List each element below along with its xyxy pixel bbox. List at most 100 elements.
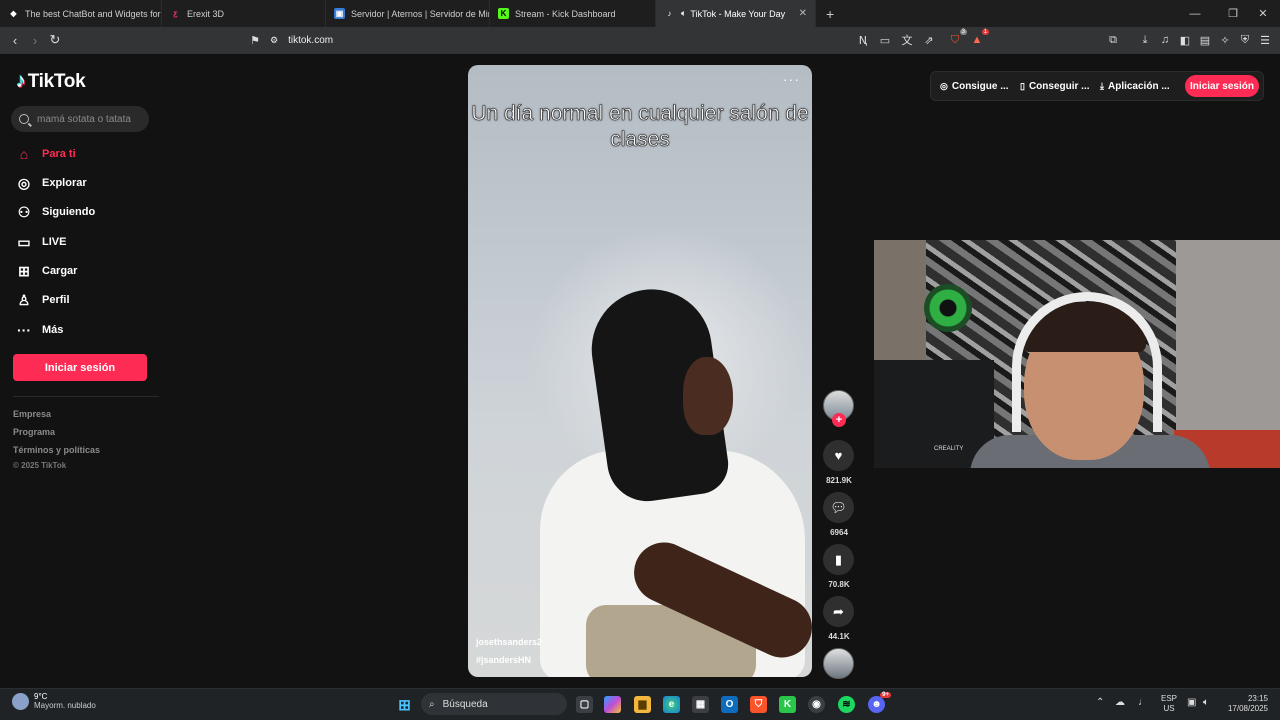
maximize-button[interactable]: ❐	[1216, 0, 1250, 27]
site-settings-icon[interactable]: ⚙	[270, 35, 278, 46]
search-input[interactable]: mamá sotata o tatata	[11, 106, 149, 132]
reader-icon[interactable]: Ꞑ	[856, 33, 870, 47]
video-username[interactable]: josethsanders2	[476, 637, 542, 647]
nav-siguiendo[interactable]: ⚇ Siguiendo	[15, 201, 95, 223]
get-app-button[interactable]: ▯ Conseguir ...	[1020, 75, 1090, 97]
back-button[interactable]: ‹	[5, 30, 25, 50]
edge-icon[interactable]: e	[663, 696, 680, 713]
bookmark-icon: ▮	[834, 551, 843, 567]
action-label: Consigue ...	[951, 80, 1009, 92]
outlook-icon[interactable]: O	[721, 696, 738, 713]
wallet-icon[interactable]: ▤	[1198, 33, 1212, 47]
file-explorer-icon[interactable]: ▆	[634, 696, 651, 713]
music-disc-avatar[interactable]	[823, 648, 854, 679]
cloud-icon[interactable]: ☁	[1115, 697, 1125, 708]
minimize-button[interactable]: —	[1178, 0, 1212, 27]
tiktok-logo[interactable]: ♪ TikTok	[16, 70, 86, 93]
task-view-icon[interactable]: ▢	[576, 696, 593, 713]
nav-cargar[interactable]: ⊞ Cargar	[15, 260, 77, 282]
media-icon[interactable]: ♫	[1158, 33, 1172, 47]
top-login-button[interactable]: Iniciar sesión	[1185, 75, 1259, 97]
brave-icon[interactable]: ⛉	[750, 696, 767, 713]
speaker-icon[interactable]: 🔈︎	[681, 8, 686, 19]
nav-label: Perfil	[42, 294, 70, 306]
filament-spool	[924, 284, 972, 332]
sidebar-divider	[13, 396, 159, 397]
start-icon[interactable]: ⊞	[396, 696, 413, 714]
tab-aternos[interactable]: ▣ Servidor | Aternos | Servidor de Mine	[326, 0, 490, 27]
tab-erexit[interactable]: ƹ Erexit 3D	[162, 0, 326, 27]
copilot-icon[interactable]	[604, 696, 621, 713]
more-dots-icon: ···	[17, 322, 31, 338]
lang-top: ESP	[1161, 694, 1178, 703]
like-button[interactable]: ♥	[823, 440, 854, 471]
spotify-icon[interactable]: ≋	[838, 696, 855, 713]
tab-tiktok[interactable]: ♪ 🔈︎ TikTok - Make Your Day ✕	[656, 0, 816, 27]
desktop-app-button[interactable]: ⤓ Aplicación ...	[1100, 75, 1170, 97]
cast-icon[interactable]: ▭	[878, 33, 892, 47]
share-arrow-icon: ➦	[833, 603, 844, 619]
comment-button[interactable]: 💬︎	[823, 492, 854, 523]
network-icon[interactable]: ▣	[1187, 697, 1196, 708]
taskbar-search[interactable]: ⌕ Búsqueda	[421, 693, 567, 715]
microphone-icon[interactable]: ♩	[1138, 697, 1148, 708]
leo-ai-icon[interactable]: ✧	[1218, 33, 1232, 47]
vpn-icon[interactable]: ⛨	[1238, 33, 1252, 47]
downloads-icon[interactable]: ⤓	[1138, 33, 1152, 47]
video-options-icon[interactable]: ···	[783, 71, 800, 87]
reload-button[interactable]: ↻	[45, 30, 65, 50]
nav-live[interactable]: ▭ LIVE	[15, 231, 66, 253]
language-indicator[interactable]: ESP US	[1161, 694, 1177, 714]
follow-plus-icon[interactable]: +	[832, 413, 846, 427]
clock[interactable]: 23:15 17/08/2025	[1222, 694, 1268, 714]
bookmark-icon[interactable]: ⚑	[245, 30, 265, 50]
weather-widget[interactable]: 9°C Mayorm. nublado	[12, 692, 96, 710]
action-label: Conseguir ...	[1028, 80, 1090, 92]
brave-rewards-icon[interactable]: ▲ 1	[970, 29, 989, 47]
address-bar[interactable]: ⚙ tiktok.com	[270, 27, 333, 54]
search-icon: ⌕	[429, 698, 435, 710]
share-button[interactable]: ➦	[823, 596, 854, 627]
phone-icon: ▯	[1020, 80, 1025, 91]
login-button[interactable]: Iniciar sesión	[13, 354, 147, 381]
nav-label: Explorar	[42, 177, 87, 189]
search-icon	[19, 114, 29, 124]
tab-chatbot[interactable]: ◆ The best ChatBot and Widgets for Ki	[0, 0, 162, 27]
obs-icon[interactable]: ◉	[808, 696, 825, 713]
video-hashtag[interactable]: #jsandersHN	[476, 655, 531, 665]
translate-icon[interactable]: 文	[900, 33, 914, 47]
nav-para-ti[interactable]: ⌂ Para ti	[15, 143, 76, 165]
brave-shields-icon[interactable]: ⛉ 3	[948, 29, 967, 47]
nav-perfil[interactable]: ♙ Perfil	[15, 289, 70, 311]
copyright: © 2025 TikTok	[13, 461, 67, 470]
diamond-icon: ◆	[10, 9, 17, 18]
share-icon[interactable]: ⇗	[922, 33, 936, 47]
store-icon[interactable]: ▦	[692, 696, 709, 713]
discord-icon[interactable]: ☻ 9+	[868, 692, 891, 713]
footer-programa[interactable]: Programa	[13, 427, 55, 437]
lang-bottom: US	[1163, 704, 1175, 713]
sidebar-panel-icon[interactable]: ⧉	[1106, 33, 1120, 47]
get-coins-button[interactable]: ◎ Consigue ...	[940, 75, 1009, 97]
forward-button[interactable]: ›	[25, 30, 45, 50]
save-button[interactable]: ▮	[823, 544, 854, 575]
footer-terminos[interactable]: Términos y políticas	[13, 445, 100, 455]
video-caption: Un día normal en cualquier salón de clas…	[471, 102, 809, 152]
sidebar-icon[interactable]: ◧	[1178, 33, 1192, 47]
tray-expand-icon[interactable]: ⌃	[1096, 697, 1104, 708]
close-window-button[interactable]: ✕	[1246, 0, 1280, 27]
tab-kick[interactable]: K Stream - Kick Dashboard	[490, 0, 656, 27]
nav-explorar[interactable]: ◎ Explorar	[15, 172, 87, 194]
kick-app-icon[interactable]: K	[779, 696, 796, 713]
volume-icon[interactable]: 🔈︎	[1203, 697, 1209, 708]
browser-tab-bar: ◆ The best ChatBot and Widgets for Ki ƹ …	[0, 0, 1280, 27]
video-player[interactable]: Un día normal en cualquier salón de clas…	[468, 65, 812, 677]
close-tab-icon[interactable]: ✕	[793, 8, 807, 19]
temperature: 9°C	[34, 692, 48, 701]
footer-empresa[interactable]: Empresa	[13, 409, 51, 419]
like-count: 821.9K	[826, 476, 852, 485]
new-tab-button[interactable]: +	[816, 6, 844, 22]
nav-mas[interactable]: ··· Más	[15, 319, 63, 341]
menu-icon[interactable]: ☰	[1258, 33, 1272, 47]
erexit-icon: ƹ	[173, 9, 178, 18]
